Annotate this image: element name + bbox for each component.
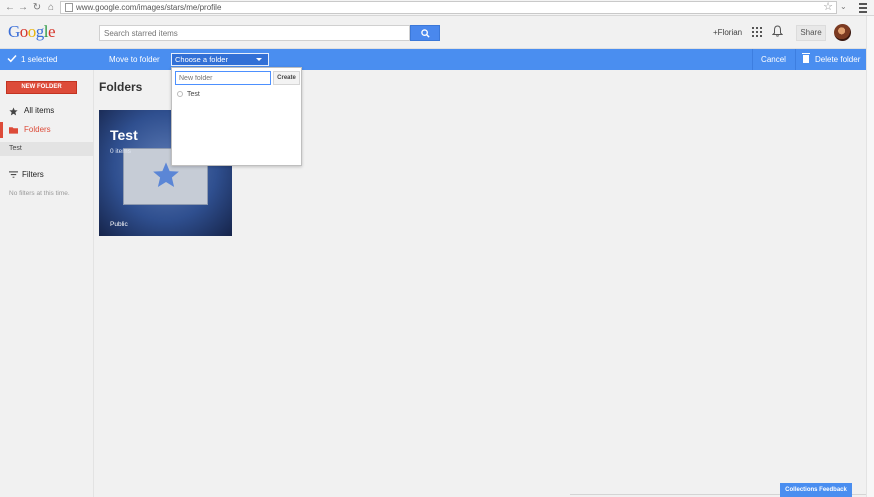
no-filters-message: No filters at this time. [9,190,70,197]
chevron-down-icon[interactable]: ⌄ [840,2,847,11]
page-icon [65,3,73,12]
folder-icon [9,127,18,134]
dropdown-folder-label: Test [187,91,200,98]
folder-option-icon [177,91,183,97]
address-bar[interactable]: www.google.com/images/stars/me/profile ☆ [60,1,837,14]
checkmark-icon[interactable] [7,54,17,63]
dropdown-folder-item[interactable]: Test [177,90,200,100]
search-icon [421,29,430,38]
logo-letter: e [48,22,56,41]
logo-letter: o [19,22,29,41]
star-icon [9,107,18,116]
sidebar-item-label: All items [24,106,55,115]
reload-icon[interactable]: ↻ [31,2,43,14]
folder-card-count: 0 items [110,148,131,155]
selected-count: 1 selected [21,55,58,64]
choose-folder-value: Choose a folder [175,55,228,64]
new-folder-button[interactable]: NEW FOLDER [6,81,77,94]
sidebar-item-all-items[interactable]: All items [0,103,94,119]
logo-letter: G [8,22,20,41]
choose-folder-dropdown: Create Test [171,67,302,166]
trash-icon [802,53,810,63]
move-to-folder-label: Move to folder [109,55,160,64]
new-folder-input[interactable] [175,71,271,85]
dropdown-caret-icon [256,58,262,61]
avatar[interactable] [834,24,851,41]
choose-folder-select[interactable]: Choose a folder [171,53,269,66]
browser-menu-icon[interactable] [857,2,869,14]
google-header: Google +Florian Share [0,16,866,49]
browser-toolbar: ← → ↻ ⌂ www.google.com/images/stars/me/p… [0,0,874,16]
delete-folder-label: Delete folder [815,55,861,64]
folder-card-title: Test [110,127,138,143]
page-scrollbar[interactable] [866,16,874,497]
back-arrow-icon[interactable]: ← [4,2,16,14]
sidebar-item-filters[interactable]: Filters [0,167,94,183]
sidebar-item-test[interactable]: Test [0,142,94,156]
sidebar-item-label: Folders [24,125,51,134]
url-text[interactable]: www.google.com/images/stars/me/profile [76,2,221,14]
user-profile-link[interactable]: +Florian [713,28,742,37]
filter-icon [9,171,18,178]
bookmark-star-icon[interactable]: ☆ [823,1,833,14]
logo-letter: o [27,22,37,41]
logo-letter: g [35,22,45,41]
search-input[interactable] [99,25,410,41]
share-button[interactable]: Share [796,25,826,41]
search-button[interactable] [410,25,440,41]
sidebar-item-folders[interactable]: Folders [0,122,94,138]
delete-folder-button[interactable]: Delete folder [795,49,866,70]
collections-feedback-button[interactable]: Collections Feedback [780,483,852,497]
apps-grid-icon[interactable] [752,27,762,37]
google-logo[interactable]: Google [8,22,56,42]
selection-action-bar: 1 selected Move to folder Choose a folde… [0,49,866,70]
notifications-bell-icon[interactable] [772,25,783,37]
home-icon[interactable]: ⌂ [45,2,57,14]
create-folder-button[interactable]: Create [273,71,300,85]
cancel-button[interactable]: Cancel [752,49,794,70]
forward-arrow-icon[interactable]: → [17,2,29,14]
sidebar: NEW FOLDER All items Folders Test Filter… [0,70,94,497]
page-title: Folders [99,80,143,94]
folder-card-visibility: Public [110,221,128,228]
sidebar-item-label: Filters [22,170,44,179]
